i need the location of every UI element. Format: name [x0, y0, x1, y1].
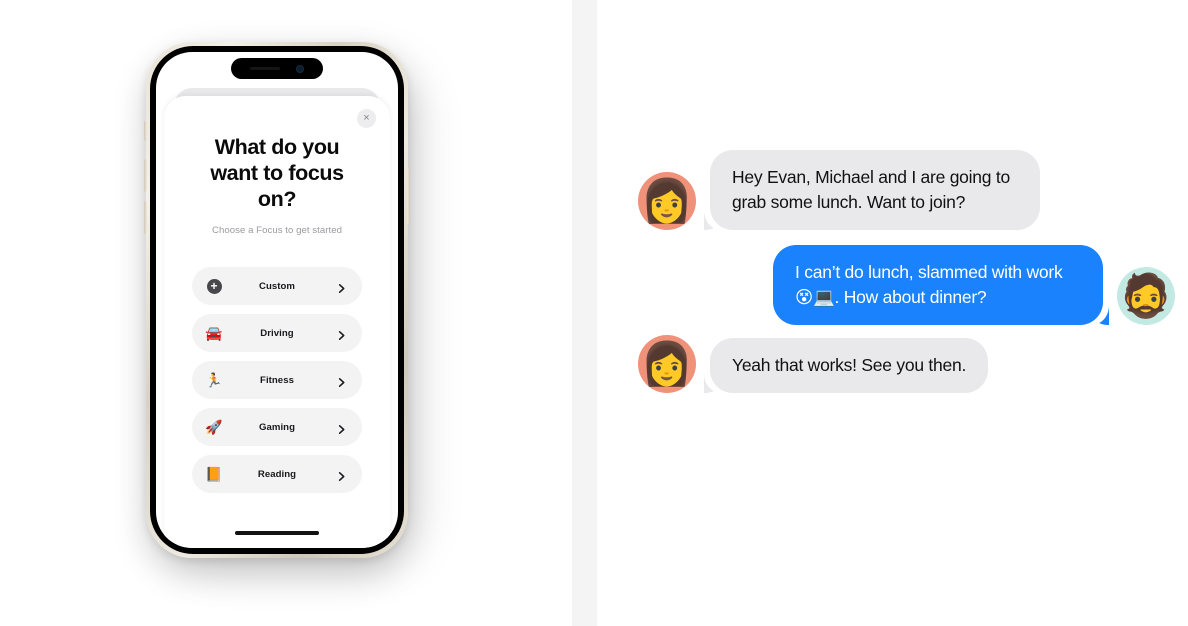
screenshot-root: 9:41 × What do you want to focus on? Cho… — [0, 0, 1188, 626]
focus-option-reading[interactable]: 📙 Reading — [192, 455, 362, 493]
chevron-right-icon — [336, 328, 347, 340]
dynamic-island — [231, 58, 323, 79]
chevron-right-icon — [336, 469, 347, 481]
earpiece-speaker-icon — [250, 67, 280, 70]
memoji-man-avatar: 🧔 — [1117, 267, 1175, 325]
focus-option-gaming[interactable]: 🚀 Gaming — [192, 408, 362, 446]
message-bubble-incoming[interactable]: Hey Evan, Michael and I are going to gra… — [710, 150, 1040, 230]
home-indicator[interactable] — [235, 531, 319, 535]
page-subtitle: Choose a Focus to get started — [212, 225, 342, 236]
car-icon: 🚘 — [205, 325, 223, 341]
wifi-icon — [346, 63, 357, 72]
power-button[interactable] — [407, 168, 410, 224]
focus-option-fitness[interactable]: 🏃 Fitness — [192, 361, 362, 399]
memoji-woman-avatar: 👩 — [638, 172, 696, 230]
right-panel: 👩 Hey Evan, Michael and I are going to g… — [597, 0, 1188, 626]
silent-switch-button[interactable] — [144, 121, 147, 141]
message-row-outgoing: I can’t do lunch, slammed with work 😵💻. … — [773, 245, 1175, 325]
iphone-device: 9:41 × What do you want to focus on? Cho… — [144, 42, 410, 558]
focus-options-list: + Custom 🚘 Driving 🏃 Fitness 🚀 Gaming 📙 … — [164, 236, 390, 493]
chevron-right-icon — [336, 281, 347, 293]
focus-option-custom[interactable]: + Custom — [192, 267, 362, 305]
phone-screen: 9:41 × What do you want to focus on? Cho… — [156, 52, 398, 548]
panel-divider — [572, 0, 597, 626]
signal-bars-icon — [331, 62, 342, 72]
memoji-woman-avatar: 👩 — [638, 335, 696, 393]
chevron-right-icon — [336, 422, 347, 434]
message-row-incoming-1: 👩 Hey Evan, Michael and I are going to g… — [638, 150, 1040, 230]
avatar-glyph: 🧔 — [1119, 272, 1173, 319]
front-camera-icon — [296, 64, 304, 73]
status-bar-indicators — [331, 62, 381, 72]
avatar-glyph: 👩 — [640, 177, 694, 224]
message-thread: 👩 Hey Evan, Michael and I are going to g… — [597, 0, 1188, 626]
running-person-icon: 🏃 — [205, 372, 223, 388]
volume-down-button[interactable] — [144, 201, 147, 234]
rocket-icon: 🚀 — [205, 419, 223, 435]
focus-option-driving[interactable]: 🚘 Driving — [192, 314, 362, 352]
book-icon: 📙 — [205, 466, 223, 482]
focus-sheet: × What do you want to focus on? Choose a… — [164, 96, 390, 548]
page-title: What do you want to focus on? — [210, 135, 344, 211]
volume-up-button[interactable] — [144, 159, 147, 192]
close-icon[interactable]: × — [357, 109, 376, 128]
message-row-incoming-2: 👩 Yeah that works! See you then. — [638, 335, 989, 393]
message-bubble-incoming[interactable]: Yeah that works! See you then. — [710, 338, 989, 393]
message-bubble-outgoing[interactable]: I can’t do lunch, slammed with work 😵💻. … — [773, 245, 1103, 325]
left-panel: 9:41 × What do you want to focus on? Cho… — [0, 0, 572, 626]
chevron-right-icon — [336, 375, 347, 387]
battery-icon — [361, 62, 381, 72]
avatar-glyph: 👩 — [640, 340, 694, 387]
status-bar-time: 9:41 — [175, 61, 197, 73]
plus-circle-icon: + — [205, 277, 223, 295]
